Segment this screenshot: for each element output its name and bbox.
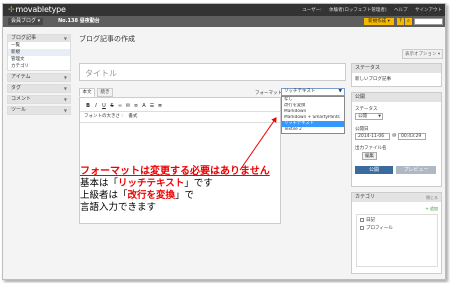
chevron-down-icon: ▼ [338,89,342,94]
preview-button[interactable]: プレビュー [396,166,436,174]
chevron-down-icon: ▼ [63,36,67,41]
collapse-link[interactable]: 閉じる [426,195,438,200]
italic-button[interactable]: I [92,102,100,110]
text-color-icon[interactable]: A [140,102,148,110]
add-category-link[interactable]: + 追加 [425,206,438,212]
category-panel: カテゴリ 閉じる + 追加 日記 プロフィール [351,192,442,274]
app-window: ✢movabletype ユーザー: 体験者(ロッフェフト管理者) ヘルプ サイ… [2,3,446,280]
annotation-line: 言語入力できます [80,202,157,213]
annotation: フォーマットは変更する必要はありません 基本は「リッチテキスト」です 上級者は「… [80,166,340,214]
status-label: ステータス [355,107,378,112]
align-icon[interactable]: ≡ [132,102,140,110]
file-name-label: 出力ファイル名 [355,146,387,151]
tab-more[interactable]: 続き [97,88,113,97]
user-links: ユーザー: 体験者(ロッフェフト管理者) ヘルプ サインアウト [296,7,442,13]
sidebar-item-new[interactable]: 新規 [8,49,70,56]
user-label: ユーザー: [302,8,322,13]
top-bar: ✢movabletype ユーザー: 体験者(ロッフェフト管理者) ヘルプ サイ… [3,4,445,16]
link-icon[interactable]: ∞ [116,102,124,110]
editor-toolbar: B I U S ∞ ✉ ≡ A ☰ ≣ [84,102,164,110]
chevron-down-icon: ▼ [378,114,381,118]
checkbox[interactable] [360,217,364,222]
new-create-button[interactable]: 新規作成 ▾ [364,18,394,25]
publish-panel: 公開 ステータス 公開 ▼ 公開日 2014-11-06 @ 00:43:29 出… [351,92,442,187]
sidebar: ブログ記事 ▼ 一覧 新規 管理文 カテゴリ アイテム ▼ タグ ▼ コメント ▼ ツー… [7,34,71,117]
toolbar-divider [80,111,280,112]
time-input[interactable]: 00:43:29 [398,133,426,140]
blog-bar: 会員ブログ ▾ No.138 昼夜勤台 新規作成 ▾ ? ⌕ [3,16,445,27]
clock-icon: @ [392,133,397,138]
sidebar-head-items[interactable]: アイテム ▼ [8,74,70,81]
editor-toolbar-2: フォントの大きさ : 書式 [84,113,137,121]
sidebar-head-tags[interactable]: タグ ▼ [8,85,70,92]
toolbar-divider [80,122,280,123]
blog-id: No.138 昼夜勤台 [58,18,100,24]
sidebar-head-entries[interactable]: ブログ記事 ▼ [8,35,70,42]
sign-out-link[interactable]: サインアウト [415,8,442,13]
sidebar-section-comments: コメント ▼ [7,95,71,104]
annotation-line: 上級者は「改行を変換」で [80,190,195,201]
sidebar-section-items: アイテム ▼ [7,73,71,82]
date-input[interactable]: 2014-11-06 [355,133,390,140]
blog-switcher[interactable]: 会員ブログ ▾ [8,18,44,25]
annotation-heading: フォーマットは変更する必要はありません [80,166,270,177]
email-icon[interactable]: ✉ [124,102,132,110]
help-button[interactable]: ? [397,18,404,25]
mt-logo-icon: ✢ [8,5,15,14]
logo: ✢movabletype [8,5,66,14]
status-select[interactable]: 公開 ▼ [355,113,383,120]
chevron-down-icon: ▼ [63,86,67,91]
sidebar-head-tools[interactable]: ツール ▼ [8,107,70,114]
search-icon[interactable]: ⌕ [405,18,412,25]
help-link[interactable]: ヘルプ [394,8,408,13]
publish-panel-title: 公開 [352,93,441,102]
format-select[interactable]: リッチテキスト ▼ [281,88,345,96]
numbered-list-icon[interactable]: ≣ [156,102,164,110]
checkbox[interactable] [360,225,364,230]
annotation-line: 基本は「リッチテキスト」です [80,178,213,189]
title-input[interactable]: タイトル [79,63,346,81]
category-panel-title: カテゴリ 閉じる [352,193,441,202]
date-label: 公開日 [355,127,369,132]
underline-button[interactable]: U [100,102,108,110]
status-panel: ステータス 新しいブログ記事 [351,63,442,87]
status-panel-title: ステータス [352,64,441,73]
sidebar-section-entries: ブログ記事 ▼ 一覧 新規 管理文 カテゴリ [7,34,71,71]
format-option[interactable]: Textile 2 [282,127,344,133]
chevron-down-icon: ▼ [63,75,67,80]
display-options-button[interactable]: 表示オプション ▾ [402,49,444,59]
edit-filename-button[interactable]: 編集 [362,152,377,160]
font-size-select[interactable]: フォントの大きさ : [84,114,123,119]
sidebar-item-manage[interactable]: 管理文 [8,56,70,63]
status-value: 新しいブログ記事 [355,77,391,82]
sidebar-section-tools: ツール ▼ [7,106,71,115]
chevron-down-icon: ▼ [63,97,67,102]
logo-text: movabletype [15,5,66,14]
sidebar-item-list[interactable]: 一覧 [8,42,70,49]
category-item[interactable]: プロフィール [357,225,437,231]
user-name-link[interactable]: 体験者(ロッフェフト管理者) [329,8,387,13]
publish-button[interactable]: 公開 [355,166,393,174]
sidebar-item-category[interactable]: カテゴリ [8,63,70,70]
format-label: フォーマット [255,91,282,96]
category-item[interactable]: 日記 [357,215,437,225]
format-block-select[interactable]: 書式 [128,114,137,119]
category-list: 日記 プロフィール [356,214,438,267]
search-input[interactable] [414,18,443,25]
sidebar-head-comments[interactable]: コメント ▼ [8,96,70,103]
strike-button[interactable]: S [108,102,116,110]
list-icon[interactable]: ☰ [148,102,156,110]
page-title: ブログ記事の作成 [79,35,135,43]
sidebar-section-tags: タグ ▼ [7,84,71,93]
chevron-down-icon: ▼ [63,108,67,113]
bold-button[interactable]: B [84,102,92,110]
tab-body[interactable]: 本文 [79,88,95,97]
format-dropdown: なし 改行を変換 Markdown Markdown + SmartyPants… [281,96,345,134]
